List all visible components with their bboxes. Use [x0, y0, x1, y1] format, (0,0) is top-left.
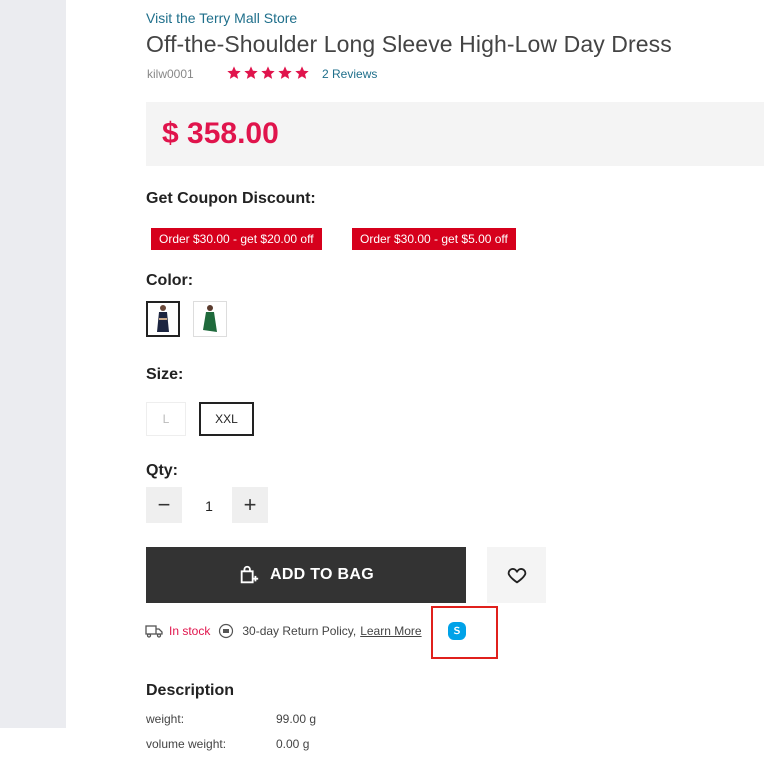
size-option-xxl[interactable]: XXL: [199, 402, 254, 436]
price-panel: $ 358.00: [146, 102, 764, 166]
star-icon: [244, 66, 258, 79]
heart-icon: [507, 568, 526, 584]
qty-increase-button[interactable]: +: [232, 487, 268, 523]
qty-decrease-button[interactable]: −: [146, 487, 182, 523]
shipping-info-row: In stock 30-day Return Policy, Learn Mor…: [145, 622, 422, 640]
size-option-l[interactable]: L: [146, 402, 186, 436]
product-sku: kilw0001: [147, 67, 194, 81]
description-value: 99.00 g: [276, 712, 317, 726]
shopping-bag-icon: [240, 565, 259, 584]
description-key: weight:: [146, 712, 185, 726]
highlight-box: [431, 606, 498, 659]
qty-input[interactable]: [182, 487, 236, 525]
delivery-truck-icon: [145, 625, 163, 638]
stock-status: In stock: [169, 624, 211, 638]
color-label: Color:: [146, 272, 194, 289]
description-row: volume weight: 0.00 g: [146, 737, 309, 751]
star-icon: [295, 66, 309, 79]
add-to-bag-button[interactable]: ADD TO BAG: [146, 547, 466, 603]
dress-thumbnail-green: [203, 305, 217, 332]
description-value: 0.00 g: [276, 737, 310, 751]
add-to-bag-label: ADD TO BAG: [269, 566, 375, 583]
reviews-link[interactable]: 2 Reviews: [322, 67, 377, 81]
visit-store-link[interactable]: Visit the Terry Mall Store: [146, 10, 297, 26]
color-swatch-green[interactable]: [193, 301, 227, 337]
rating-stars: [226, 65, 310, 83]
star-icon: [278, 66, 292, 79]
left-sidebar-panel: [0, 0, 66, 728]
dress-thumbnail-navy: [157, 305, 169, 332]
product-price: $ 358.00: [162, 117, 279, 150]
star-icon: [227, 66, 241, 79]
coupon-label: Get Coupon Discount:: [146, 190, 316, 207]
coupon-badge[interactable]: Order $30.00 - get $20.00 off: [151, 228, 322, 250]
wishlist-button[interactable]: [487, 547, 546, 603]
learn-more-link[interactable]: Learn More: [360, 624, 421, 638]
star-icon: [261, 66, 275, 79]
coupon-badge[interactable]: Order $30.00 - get $5.00 off: [352, 228, 516, 250]
color-swatch-navy[interactable]: [146, 301, 180, 337]
qty-label: Qty:: [146, 462, 178, 479]
description-title: Description: [146, 682, 235, 699]
description-key: volume weight:: [146, 737, 227, 751]
description-row: weight: 99.00 g: [146, 712, 316, 726]
return-30-icon: [219, 623, 234, 639]
size-label: Size:: [146, 366, 184, 383]
return-policy-text: 30-day Return Policy,: [242, 624, 357, 638]
product-title: Off-the-Shoulder Long Sleeve High-Low Da…: [146, 31, 672, 57]
